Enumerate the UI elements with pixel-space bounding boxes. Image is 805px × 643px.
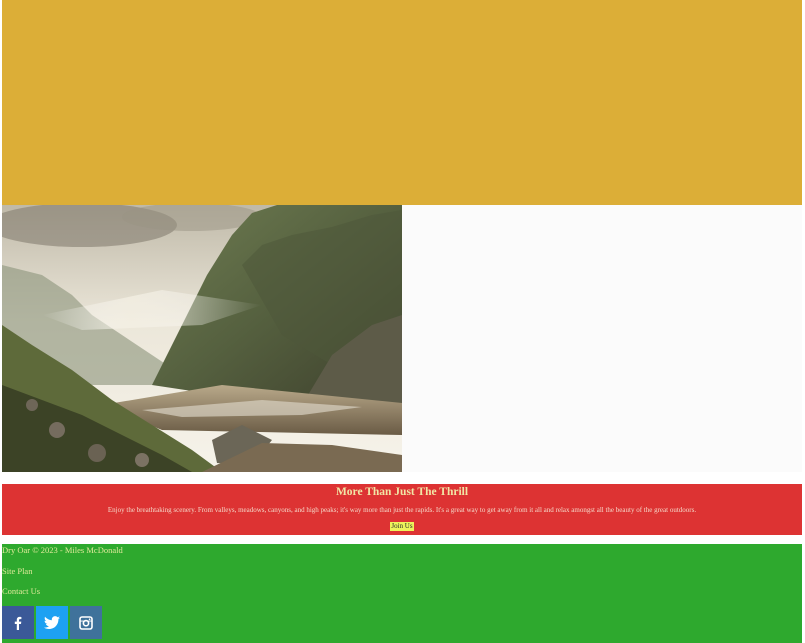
hero-banner: [2, 0, 802, 205]
promo-title: More Than Just The Thrill: [335, 486, 469, 498]
site-plan-link[interactable]: Site Plan: [2, 566, 32, 576]
feature-row: [2, 205, 802, 472]
twitter-icon: [44, 615, 60, 629]
copyright-text: Dry Oar © 2023 - Miles McDonald: [2, 545, 123, 555]
facebook-button[interactable]: [2, 606, 34, 639]
instagram-icon: [79, 615, 93, 630]
promo-section: More Than Just The Thrill Enjoy the brea…: [2, 484, 802, 535]
landscape-photo: [2, 205, 402, 472]
twitter-button[interactable]: [36, 606, 68, 639]
promo-description: Enjoy the breathtaking scenery. From val…: [107, 506, 697, 514]
join-us-button[interactable]: Join Us: [390, 522, 414, 531]
facebook-icon: [14, 616, 22, 630]
contact-us-link[interactable]: Contact Us: [2, 586, 40, 596]
site-footer: Dry Oar © 2023 - Miles McDonald Site Pla…: [2, 544, 802, 643]
instagram-button[interactable]: [70, 606, 102, 639]
